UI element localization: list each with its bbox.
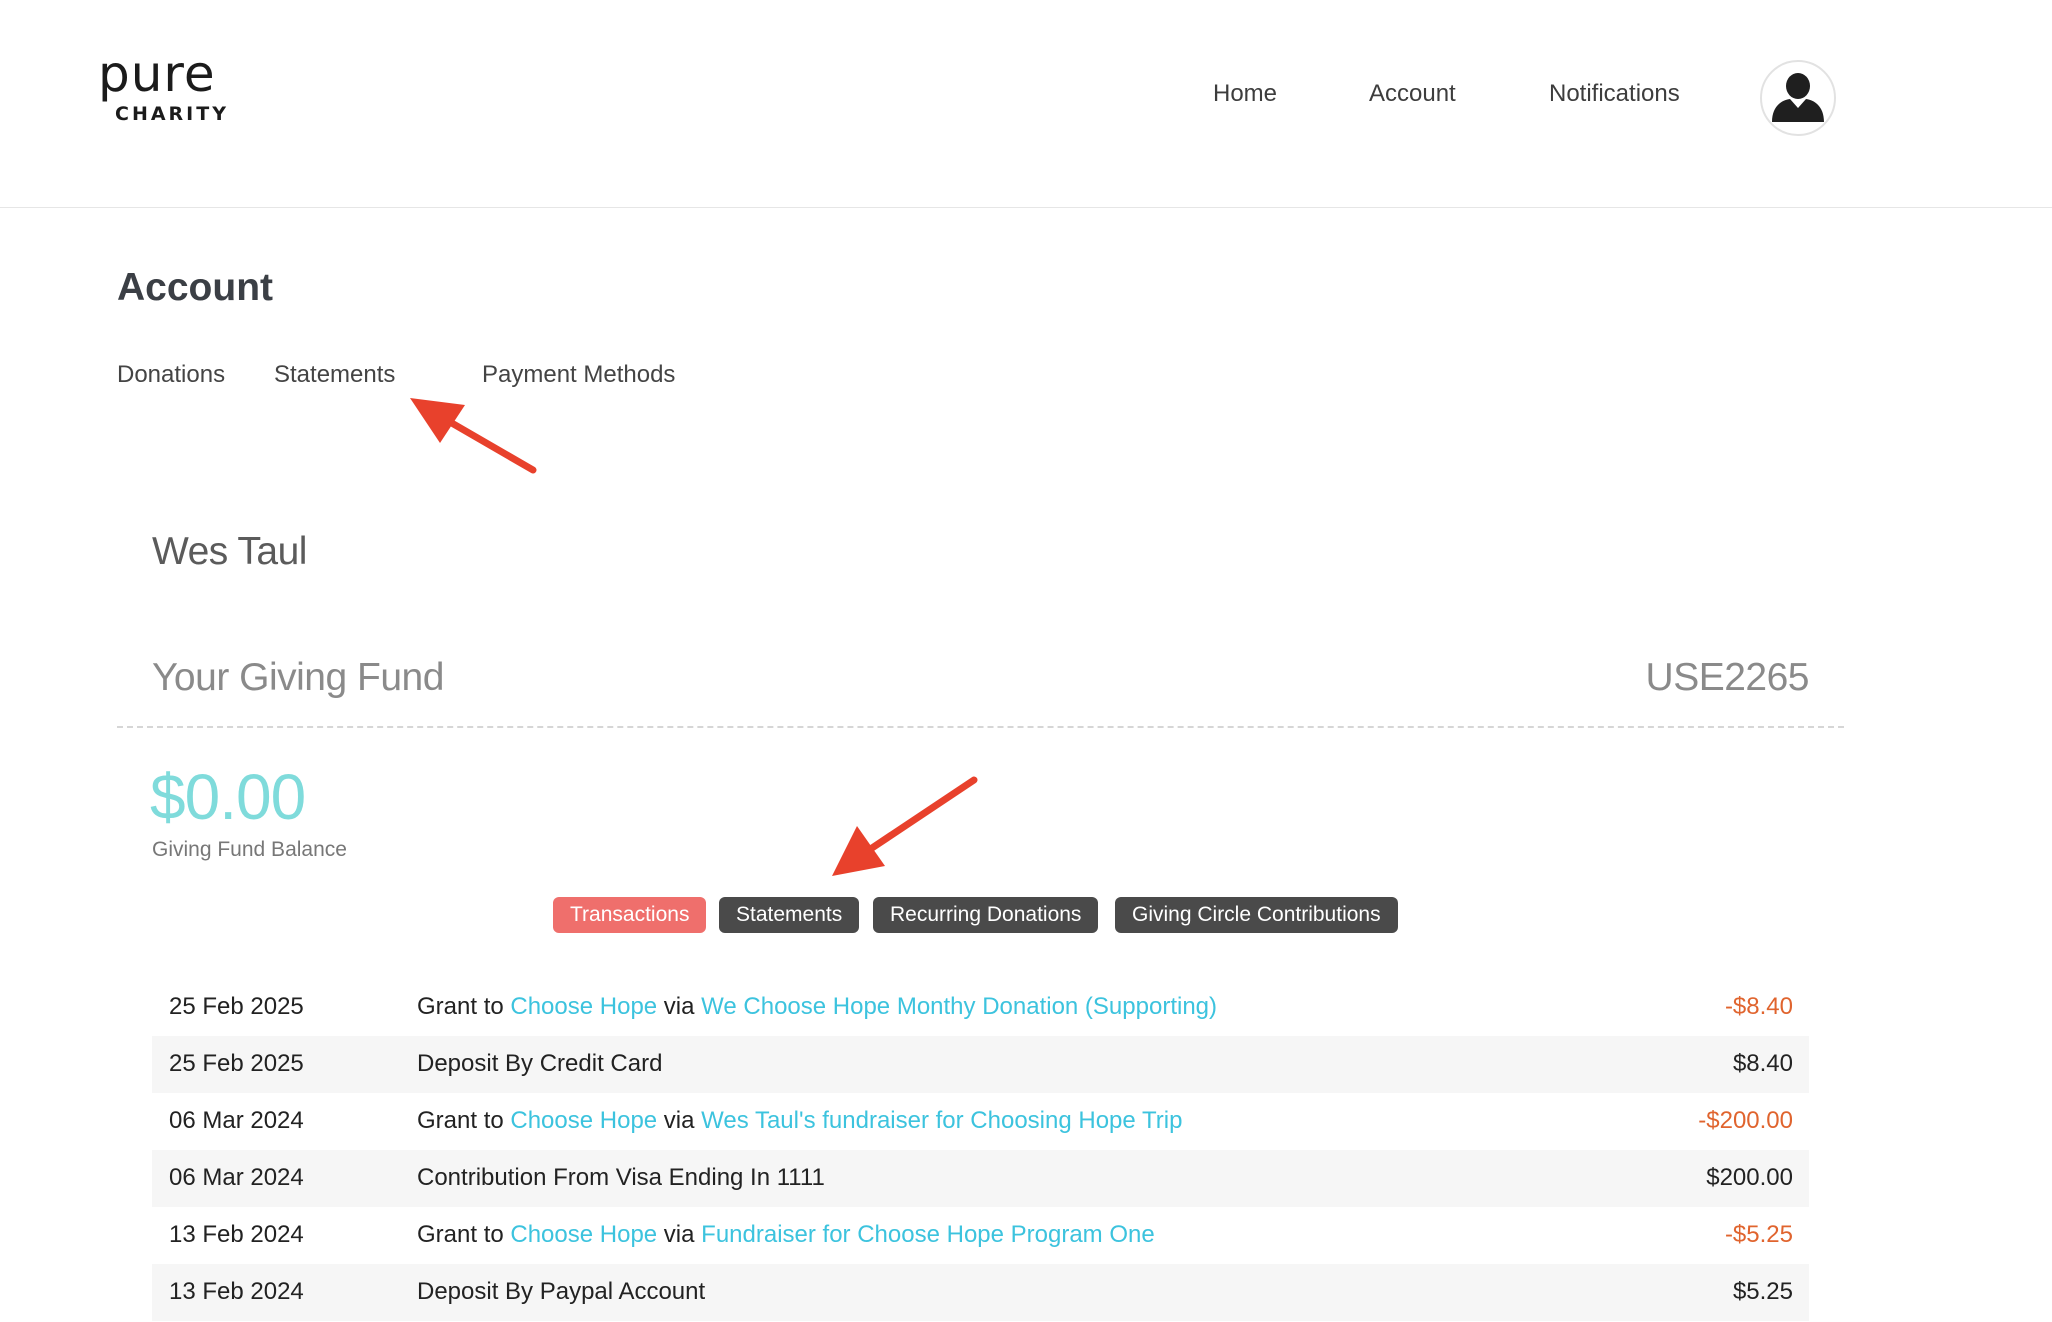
txn-amount: -$8.40: [1724, 993, 1793, 1020]
site-header: pure CHARITY Home Account Notifications: [0, 0, 2052, 208]
nav-account[interactable]: Account: [1369, 80, 1456, 108]
txn-prefix: Grant to: [417, 1107, 511, 1134]
txn-amount: $200.00: [1706, 1164, 1793, 1191]
tab-payment-methods[interactable]: Payment Methods: [482, 361, 675, 389]
txn-description: Grant to Choose Hope via Fundraiser for …: [417, 1221, 1155, 1249]
user-name: Wes Taul: [152, 530, 307, 573]
pure-charity-logo[interactable]: pure CHARITY: [98, 45, 238, 134]
txn-amount: -$200.00: [1698, 1107, 1793, 1134]
txn-description: Deposit By Credit Card: [417, 1050, 663, 1077]
txn-via: via: [657, 1221, 702, 1248]
arrow-to-statements-tab: [410, 398, 537, 474]
nav-home[interactable]: Home: [1213, 80, 1277, 108]
txn-description: Contribution From Visa Ending In 1111: [417, 1164, 825, 1191]
table-row: 25 Feb 2025 Grant to Choose Hope via We …: [152, 979, 1809, 1036]
txn-description: Deposit By Paypal Account: [417, 1278, 706, 1305]
table-row: 25 Feb 2025 Deposit By Credit Card $8.40: [152, 1036, 1809, 1093]
txn-date: 06 Mar 2024: [169, 1107, 304, 1134]
fund-divider: [117, 726, 1844, 728]
user-silhouette-icon: [1772, 73, 1824, 122]
charity-link[interactable]: Choose Hope: [510, 1221, 657, 1248]
avatar[interactable]: [1760, 60, 1836, 136]
arrow-to-statements-pill: [832, 776, 978, 876]
table-row: 13 Feb 2024 Deposit By Paypal Account $5…: [152, 1264, 1809, 1321]
fund-id: USE2265: [1645, 656, 1810, 699]
txn-date: 25 Feb 2025: [169, 993, 304, 1020]
charity-link[interactable]: Choose Hope: [510, 993, 657, 1020]
txn-date: 13 Feb 2024: [169, 1278, 304, 1305]
pill-giving-circle-contributions[interactable]: Giving Circle Contributions: [1115, 897, 1398, 933]
pill-transactions[interactable]: Transactions: [553, 897, 707, 933]
txn-amount: $5.25: [1732, 1278, 1793, 1305]
txn-amount: $8.40: [1732, 1050, 1793, 1077]
txn-date: 25 Feb 2025: [169, 1050, 304, 1077]
page-title: Account: [117, 266, 273, 309]
table-row: 06 Mar 2024 Contribution From Visa Endin…: [152, 1150, 1809, 1207]
txn-date: 13 Feb 2024: [169, 1221, 304, 1248]
fundraiser-link[interactable]: Fundraiser for Choose Hope Program One: [701, 1221, 1155, 1248]
pill-recurring-donations[interactable]: Recurring Donations: [873, 897, 1099, 933]
fund-balance: $0.00: [150, 761, 306, 833]
fundraiser-link[interactable]: We Choose Hope Monthy Donation (Supporti…: [701, 993, 1217, 1020]
txn-description: Grant to Choose Hope via We Choose Hope …: [417, 993, 1217, 1021]
table-row: 13 Feb 2024 Grant to Choose Hope via Fun…: [152, 1207, 1809, 1264]
tab-statements[interactable]: Statements: [274, 361, 395, 389]
page: pure CHARITY Home Account Notifications …: [0, 0, 2052, 1322]
txn-prefix: Grant to: [417, 993, 511, 1020]
logo-sub-text: CHARITY: [115, 103, 229, 125]
charity-link[interactable]: Choose Hope: [510, 1107, 657, 1134]
fund-title: Your Giving Fund: [152, 656, 444, 699]
txn-via: via: [657, 1107, 702, 1134]
nav-notifications[interactable]: Notifications: [1549, 80, 1680, 108]
table-row: 06 Mar 2024 Grant to Choose Hope via Wes…: [152, 1093, 1809, 1150]
txn-description: Grant to Choose Hope via Wes Taul's fund…: [417, 1107, 1182, 1135]
txn-prefix: Grant to: [417, 1221, 511, 1248]
fund-balance-label: Giving Fund Balance: [152, 838, 347, 861]
transactions-table: 25 Feb 2025 Grant to Choose Hope via We …: [152, 979, 1809, 1321]
pill-statements[interactable]: Statements: [719, 897, 860, 933]
txn-amount: -$5.25: [1724, 1221, 1793, 1248]
tab-donations[interactable]: Donations: [117, 361, 225, 389]
logo-main-text: pure: [98, 45, 216, 103]
txn-date: 06 Mar 2024: [169, 1164, 304, 1191]
fundraiser-link[interactable]: Wes Taul's fundraiser for Choosing Hope …: [701, 1107, 1182, 1134]
txn-via: via: [657, 993, 702, 1020]
